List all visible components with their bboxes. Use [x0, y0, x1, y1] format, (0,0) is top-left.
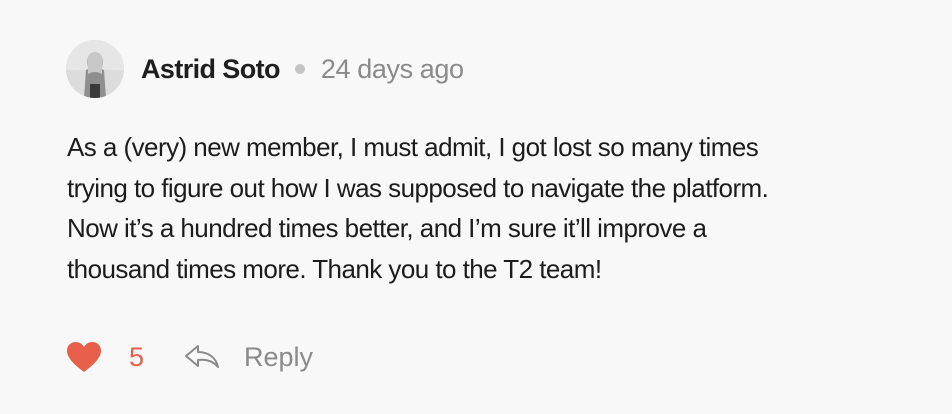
timestamp: 24 days ago [320, 53, 464, 84]
reply-button[interactable]: Reply [184, 342, 313, 373]
comment-card: Astrid Soto 24 days ago As a (very) new … [0, 0, 952, 414]
like-button[interactable]: 5 [66, 341, 144, 373]
separator-dot [294, 64, 305, 74]
avatar-photo-icon [66, 40, 124, 98]
comment-body-line: Now it’s a hundred times better, and I’m… [67, 213, 707, 243]
comment-body-line: thousand times more. Thank you to the T2… [67, 253, 602, 284]
comment-body: As a (very) new member, I must admit, I … [67, 127, 927, 289]
comment-actions: 5 Reply [66, 336, 313, 378]
author-name[interactable]: Astrid Soto [141, 54, 281, 85]
comment-body-line: As a (very) new member, I must admit, I … [67, 132, 759, 162]
heart-icon[interactable] [66, 341, 102, 373]
like-count: 5 [129, 341, 145, 372]
avatar[interactable] [66, 40, 124, 98]
reply-arrow-icon[interactable] [184, 344, 220, 370]
reply-label[interactable]: Reply [244, 342, 313, 373]
comment-body-line: trying to figure out how I was supposed … [67, 172, 769, 203]
comment-header: Astrid Soto 24 days ago [66, 40, 464, 98]
